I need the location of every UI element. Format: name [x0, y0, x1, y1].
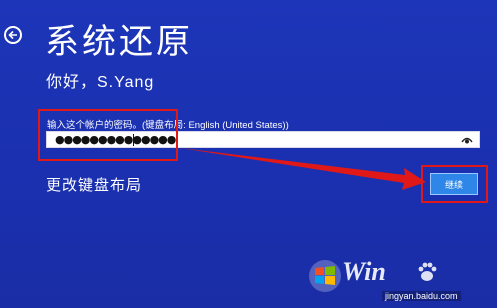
reveal-password-icon[interactable] — [461, 136, 473, 144]
continue-button[interactable]: 继续 — [430, 173, 478, 195]
change-keyboard-layout-link[interactable]: 更改键盘布局 — [46, 174, 142, 195]
windows-logo-icon — [309, 260, 341, 292]
watermark-site: jingyan.baidu.com — [382, 291, 461, 301]
password-value: ●●●●●●●●●●●●●● — [55, 133, 176, 146]
text-caret — [133, 134, 134, 146]
baidu-paw-icon — [418, 262, 437, 281]
password-label: 输入这个帐户的密码。(键盘布局: English (United States)… — [47, 120, 289, 131]
back-arrow-icon — [8, 30, 17, 40]
page-title: 系统还原 — [45, 23, 193, 61]
watermark: Win jingyan.baidu.com — [298, 255, 494, 305]
greeting-text: 你好，S.Yang — [46, 74, 155, 91]
watermark-brand: Win — [342, 257, 386, 286]
password-field[interactable]: ●●●●●●●●●●●●●● — [46, 131, 480, 148]
back-button[interactable] — [4, 26, 22, 44]
